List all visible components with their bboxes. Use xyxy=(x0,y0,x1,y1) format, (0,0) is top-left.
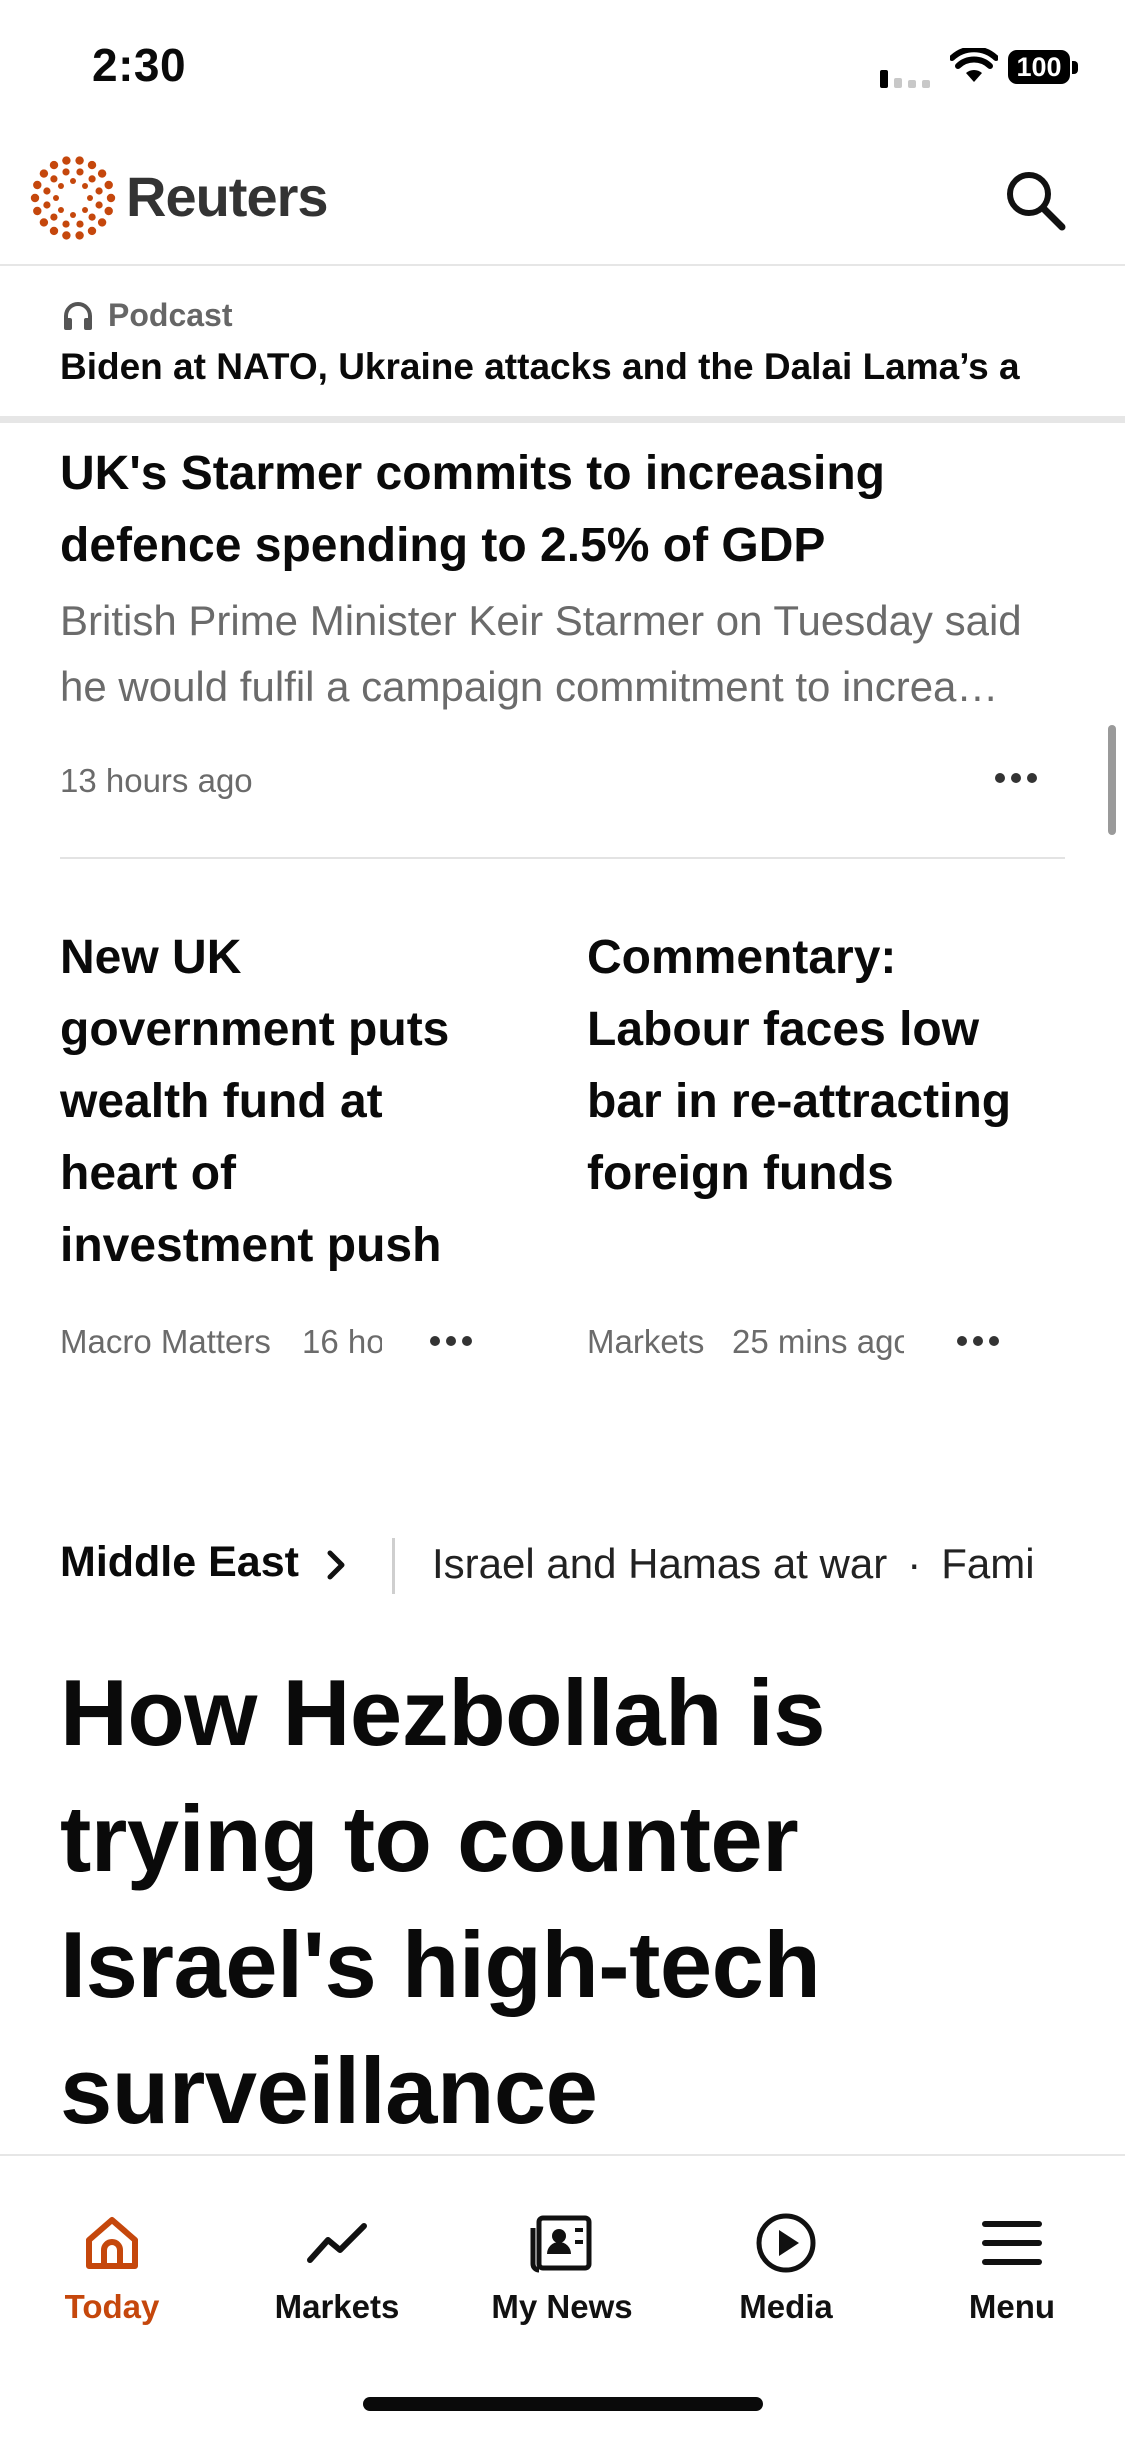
battery-indicator: 100 xyxy=(1008,50,1080,86)
card-section-label[interactable]: Markets xyxy=(587,1323,704,1361)
tab-label: Today xyxy=(64,2288,160,2325)
cellular-signal-icon xyxy=(880,70,930,88)
home-indicator[interactable] xyxy=(363,2397,763,2411)
story-divider xyxy=(60,857,1065,859)
more-options-icon[interactable] xyxy=(990,752,1042,804)
card-section-label[interactable]: Macro Matters xyxy=(60,1323,271,1361)
topic-link[interactable]: Fami xyxy=(941,1540,1034,1587)
hamburger-icon xyxy=(982,2221,1042,2265)
tab-markets[interactable]: Markets xyxy=(237,2210,437,2326)
tab-label: My News xyxy=(491,2288,633,2325)
news-icon xyxy=(530,2215,592,2273)
battery-tip xyxy=(1072,61,1078,74)
more-options-icon[interactable] xyxy=(425,1315,477,1367)
section-link-middle-east[interactable]: Middle East xyxy=(60,1538,299,1587)
podcast-label: Podcast xyxy=(108,297,233,333)
header-divider xyxy=(0,264,1125,266)
tab-label: Media xyxy=(739,2288,833,2325)
topic-separator: · xyxy=(907,1540,922,1587)
topic-link[interactable]: Israel and Hamas at war xyxy=(432,1540,887,1587)
card-timestamp: 16 ho xyxy=(302,1323,382,1360)
play-icon xyxy=(756,2213,816,2273)
tab-media[interactable]: Media xyxy=(686,2210,886,2326)
tab-label: Menu xyxy=(968,2288,1056,2325)
lead-story-summary: British Prime Minister Keir Starmer on T… xyxy=(60,597,1022,710)
home-icon xyxy=(86,2217,138,2269)
reuters-logo-icon xyxy=(30,156,116,240)
search-icon[interactable] xyxy=(1000,165,1070,235)
chevron-right-icon[interactable] xyxy=(322,1548,350,1582)
lead-story-headline[interactable]: UK's Starmer commits to increasing defen… xyxy=(60,438,1070,582)
wifi-icon xyxy=(950,48,998,82)
feature-headline[interactable]: How Hezbollah is trying to counter Israe… xyxy=(60,1650,1070,2154)
tab-label: Markets xyxy=(274,2288,400,2325)
card-timestamp: 25 mins ago xyxy=(732,1323,904,1360)
headphones-icon xyxy=(64,302,92,330)
podcast-divider xyxy=(0,416,1125,423)
tab-today[interactable]: Today xyxy=(12,2210,212,2326)
brand-name: Reuters xyxy=(126,165,329,228)
section-divider xyxy=(392,1538,395,1594)
battery-level: 100 xyxy=(1008,50,1070,84)
tab-menu[interactable]: Menu xyxy=(912,2210,1112,2326)
scrollbar[interactable] xyxy=(1108,725,1116,835)
more-options-icon[interactable] xyxy=(952,1315,1004,1367)
lead-story-timestamp: 13 hours ago xyxy=(60,762,253,799)
tab-my-news[interactable]: My News xyxy=(462,2210,662,2326)
status-time: 2:30 xyxy=(92,39,187,91)
podcast-title-link[interactable]: Biden at NATO, Ukraine attacks and the D… xyxy=(60,346,1065,388)
trend-line-icon xyxy=(307,2223,367,2263)
topic-strip: Israel and Hamas at war · Fami xyxy=(432,1540,1065,1588)
card-headline-wealth-fund[interactable]: New UK government puts wealth fund at he… xyxy=(60,922,490,1282)
card-headline-commentary[interactable]: Commentary: Labour faces low bar in re-a… xyxy=(587,922,1017,1210)
